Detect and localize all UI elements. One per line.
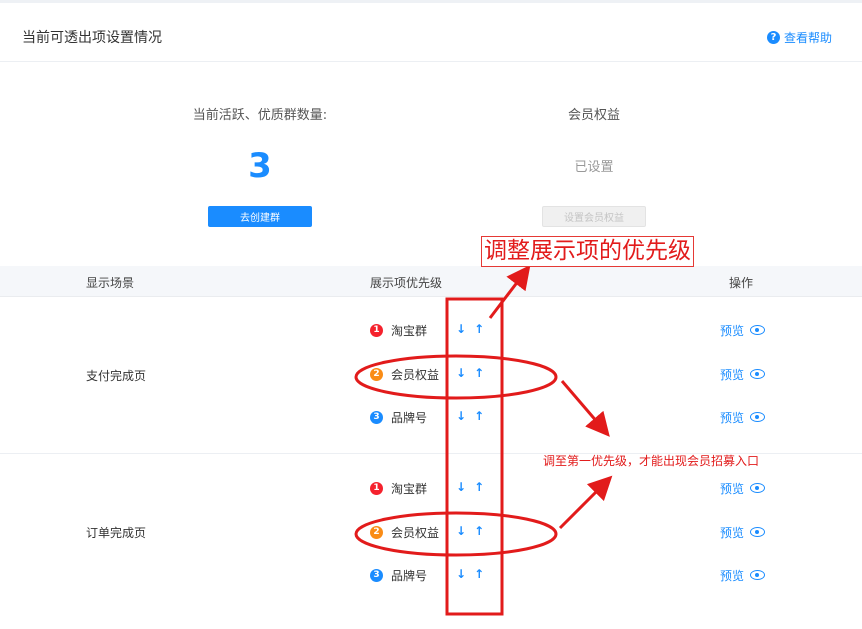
priority-arrows: ↓ ↑ <box>456 524 484 540</box>
priority-item: 2 会员权益 <box>370 366 451 382</box>
item-name: 淘宝群 <box>391 481 428 496</box>
annotation-title: 调整展示项的优先级 <box>481 236 694 267</box>
move-down-button[interactable]: ↓ <box>456 567 466 583</box>
priority-item: 1 淘宝群 <box>370 480 451 496</box>
scene-order-complete: 订单完成页 <box>86 526 147 540</box>
preview-label: 预览 <box>720 525 745 540</box>
member-benefit-status: 已设置 <box>574 160 614 175</box>
pointer-arrow <box>558 475 613 530</box>
pointer-arrow <box>560 380 610 437</box>
priority-item: 2 会员权益 <box>370 524 451 540</box>
preview-label: 预览 <box>720 323 745 338</box>
group-count: 3 <box>248 146 272 186</box>
item-name: 品牌号 <box>391 410 428 425</box>
eye-icon <box>750 412 766 422</box>
move-up-button[interactable]: ↑ <box>474 480 484 496</box>
priority-arrows: ↓ ↑ <box>456 567 484 583</box>
rank-badge: 3 <box>370 410 383 424</box>
rank-badge: 3 <box>370 568 383 582</box>
eye-icon <box>750 325 766 335</box>
move-down-button[interactable]: ↓ <box>456 409 466 425</box>
rank-badge: 1 <box>370 323 383 337</box>
top-bar: 当前可透出项设置情况 ? 查看帮助 <box>0 0 862 62</box>
group-count-label: 当前活跃、优质群数量: <box>192 108 328 123</box>
move-up-button[interactable]: ↑ <box>474 567 484 583</box>
table-header: 显示场景 展示项优先级 操作 <box>0 266 862 297</box>
eye-icon <box>750 483 766 493</box>
item-name: 淘宝群 <box>391 323 428 338</box>
preview-label: 预览 <box>720 481 745 496</box>
member-benefit-label: 会员权益 <box>567 108 620 123</box>
help-link[interactable]: ? 查看帮助 <box>766 29 832 46</box>
help-label: 查看帮助 <box>783 31 832 45</box>
preview-label: 预览 <box>720 410 745 425</box>
column-priority: 展示项优先级 <box>370 276 443 290</box>
rank-badge: 1 <box>370 481 383 495</box>
preview-label: 预览 <box>720 367 745 382</box>
rank-badge: 2 <box>370 367 383 381</box>
preview-label: 预览 <box>720 568 745 583</box>
scene-payment-complete: 支付完成页 <box>86 369 147 383</box>
annotation-note: 调至第一优先级，才能出现会员招募入口 <box>543 454 760 468</box>
priority-arrows: ↓ ↑ <box>456 366 484 382</box>
rank-badge: 2 <box>370 525 383 539</box>
priority-item: 1 淘宝群 <box>370 322 451 338</box>
create-group-button[interactable]: 去创建群 <box>208 206 312 227</box>
item-name: 品牌号 <box>391 568 428 583</box>
priority-item: 3 品牌号 <box>370 567 451 583</box>
move-down-button[interactable]: ↓ <box>456 524 466 540</box>
item-name: 会员权益 <box>391 367 440 382</box>
move-up-button[interactable]: ↑ <box>474 322 484 338</box>
item-name: 会员权益 <box>391 525 440 540</box>
eye-icon <box>750 369 766 379</box>
priority-item: 3 品牌号 <box>370 409 451 425</box>
page-title: 当前可透出项设置情况 <box>22 30 162 46</box>
priority-arrows: ↓ ↑ <box>456 409 484 425</box>
question-circle-icon: ? <box>766 31 780 44</box>
preview-button[interactable]: 预览 <box>720 409 766 425</box>
move-up-button[interactable]: ↑ <box>474 524 484 540</box>
move-down-button[interactable]: ↓ <box>456 366 466 382</box>
move-down-button[interactable]: ↓ <box>456 480 466 496</box>
preview-button[interactable]: 预览 <box>720 366 766 382</box>
preview-button[interactable]: 预览 <box>720 322 766 338</box>
preview-button[interactable]: 预览 <box>720 567 766 583</box>
preview-button[interactable]: 预览 <box>720 480 766 496</box>
move-up-button[interactable]: ↑ <box>474 409 484 425</box>
column-actions: 操作 <box>729 276 754 290</box>
preview-button[interactable]: 预览 <box>720 524 766 540</box>
priority-arrows: ↓ ↑ <box>456 322 484 338</box>
eye-icon <box>750 527 766 537</box>
column-scene: 显示场景 <box>86 276 135 290</box>
move-up-button[interactable]: ↑ <box>474 366 484 382</box>
eye-icon <box>750 570 766 580</box>
move-down-button[interactable]: ↓ <box>456 322 466 338</box>
set-member-benefit-button: 设置会员权益 <box>542 206 646 227</box>
priority-arrows: ↓ ↑ <box>456 480 484 496</box>
